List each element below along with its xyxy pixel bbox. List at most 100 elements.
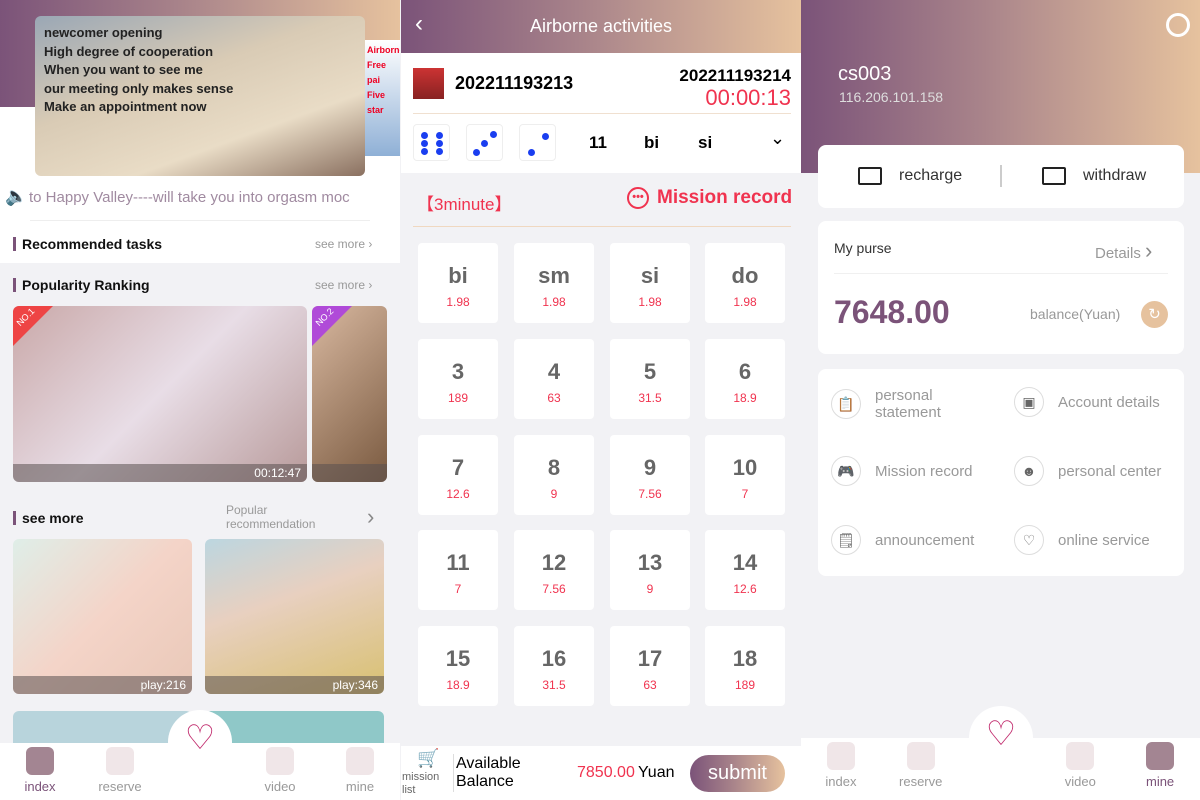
bet-option-do[interactable]: do 1.98 [705,243,785,323]
bet-odds: 12.6 [733,582,757,597]
details-link[interactable]: Details › [1095,238,1152,264]
nav-item-index[interactable]: index [0,743,80,800]
recharge-icon [858,167,882,185]
bet-option-14[interactable]: 14 12.6 [705,530,785,611]
video-card[interactable]: play:216 [13,539,192,694]
bet-option-label: 6 [738,358,752,384]
chevron-right-icon: › [1145,238,1153,263]
bet-option-11[interactable]: 11 7 [418,530,498,611]
bet-option-label: sm [538,263,570,288]
banner-text-line: High degree of cooperation [44,43,214,59]
mission-list-button[interactable]: mission list [402,771,446,797]
banner-text-line: Free pai [367,60,387,85]
chevron-down-icon[interactable]: ⌄ [770,128,785,149]
banner-text-line: When you want to see me [44,62,203,77]
popular-recommendation-link[interactable]: Popular recommendation [226,503,346,531]
home-screen: newcomer opening High degree of cooperati… [0,0,400,800]
ranking-see-more[interactable]: see more › [315,278,372,292]
rank-card-2[interactable]: NO.2 [312,306,387,482]
menu-item-mission-record[interactable]: 🎮 Mission record [831,456,973,486]
nav-item-mine[interactable]: mine [1120,738,1200,800]
banner-image[interactable]: newcomer opening High degree of cooperati… [35,16,365,176]
bet-odds: 7 [741,486,749,501]
bet-option-label: 3 [451,358,465,384]
video-card[interactable]: play:346 [205,539,384,694]
divider [453,754,454,792]
settings-gear-icon[interactable] [1166,13,1190,37]
balance-label: balance(Yuan) [1030,306,1121,322]
banner-text-line: newcomer opening [44,25,163,40]
withdraw-button[interactable]: withdraw [1083,167,1146,185]
nav-label: index [24,779,56,794]
bet-option-label: 7 [451,454,465,480]
bet-option-13[interactable]: 13 9 [610,530,690,611]
bet-option-label: 11 [446,550,470,576]
menu-item-label: Mission record [875,462,973,480]
divider [413,226,791,227]
game-thumbnail [413,68,444,99]
refresh-icon[interactable]: ↻ [1141,301,1168,328]
bet-option-18[interactable]: 18 189 [705,626,785,707]
banner-next-image[interactable]: Airborne Free pai Five star [365,40,400,156]
bet-option-label: 10 [732,454,758,480]
rank-card-1[interactable]: NO.1 00:12:47 [13,306,307,482]
mission-record-link[interactable]: ••• Mission record [627,187,792,209]
bet-option-label: 16 [541,646,567,672]
recharge-button[interactable]: recharge [899,167,962,185]
bet-option-label: 5 [643,358,657,384]
nav-item-video[interactable]: video [240,743,320,800]
heart-logo-icon[interactable]: ♡ [168,710,232,774]
menu-item-online-service[interactable]: ♡ online service [1014,525,1150,555]
bet-option-sm[interactable]: sm 1.98 [514,243,594,323]
dice-3-icon [466,124,503,161]
video-duration: 00:12:47 [13,464,307,482]
back-icon[interactable]: ‹ [415,10,423,38]
dice-pip [528,149,535,156]
recommended-see-more[interactable]: see more › [315,237,372,251]
nav-item-reserve[interactable]: reserve [80,743,160,800]
bet-option-9[interactable]: 9 7.56 [610,434,690,515]
menu-item-label: personal statement [875,387,941,421]
bet-option-label: 8 [547,454,561,480]
megaphone-icon: 🔈 [5,186,28,206]
bet-option-8[interactable]: 89 [514,434,594,515]
bet-odds: 1.98 [733,295,757,309]
chevron-right-icon[interactable]: › [367,504,374,530]
bet-option-label: si [640,263,660,288]
bet-option-15[interactable]: 15 18.9 [418,626,498,707]
bet-option-12[interactable]: 12 7.56 [514,530,594,611]
bet-option-6[interactable]: 6 18.9 [705,338,785,419]
menu-item-account-details[interactable]: ▣ Account details [1014,387,1160,417]
bet-option-3[interactable]: 3 189 [418,338,498,419]
bet-option-bi[interactable]: bi 1.98 [418,243,498,323]
gamepad-icon: 🎮 [831,456,861,486]
bet-option-5[interactable]: 5 31.5 [610,338,690,419]
nav-item-video[interactable]: video [1040,738,1120,800]
bet-option-si[interactable]: si 1.98 [610,243,690,323]
menu-item-personal-statement[interactable]: 📋 personal statement [831,387,965,421]
bet-option-label: 17 [637,646,663,672]
bet-option-label: 15 [445,646,471,672]
bet-option-17[interactable]: 17 63 [610,626,690,707]
nav-item-reserve[interactable]: reserve [881,738,961,800]
menu-item-personal-center[interactable]: ☻ personal center [1014,456,1161,486]
divider [413,113,791,114]
bet-option-7[interactable]: 7 12.6 [418,434,498,515]
menu-item-announcement[interactable]: 🗒 announcement [831,525,974,555]
bet-option-label: 12 [541,550,567,576]
tv-icon [266,747,294,775]
nav-item-index[interactable]: index [801,738,881,800]
purse-title: My purse [834,240,892,256]
bet-option-4[interactable]: 4 63 [514,338,594,419]
submit-button[interactable]: submit [690,755,785,792]
menu-item-label: personal center [1058,462,1162,480]
bet-option-16[interactable]: 16 31.5 [514,626,594,707]
heart-logo-icon[interactable]: ♡ [969,706,1033,770]
bet-odds: 18.9 [733,390,757,405]
cart-icon[interactable]: 🛒 [417,748,439,769]
banner-text-line: Make an appointment now [44,99,207,114]
bet-option-label: 18 [732,646,758,672]
nav-item-mine[interactable]: mine [320,743,400,800]
bet-option-10[interactable]: 10 7 [705,434,785,515]
bet-option-label: do [731,263,759,288]
